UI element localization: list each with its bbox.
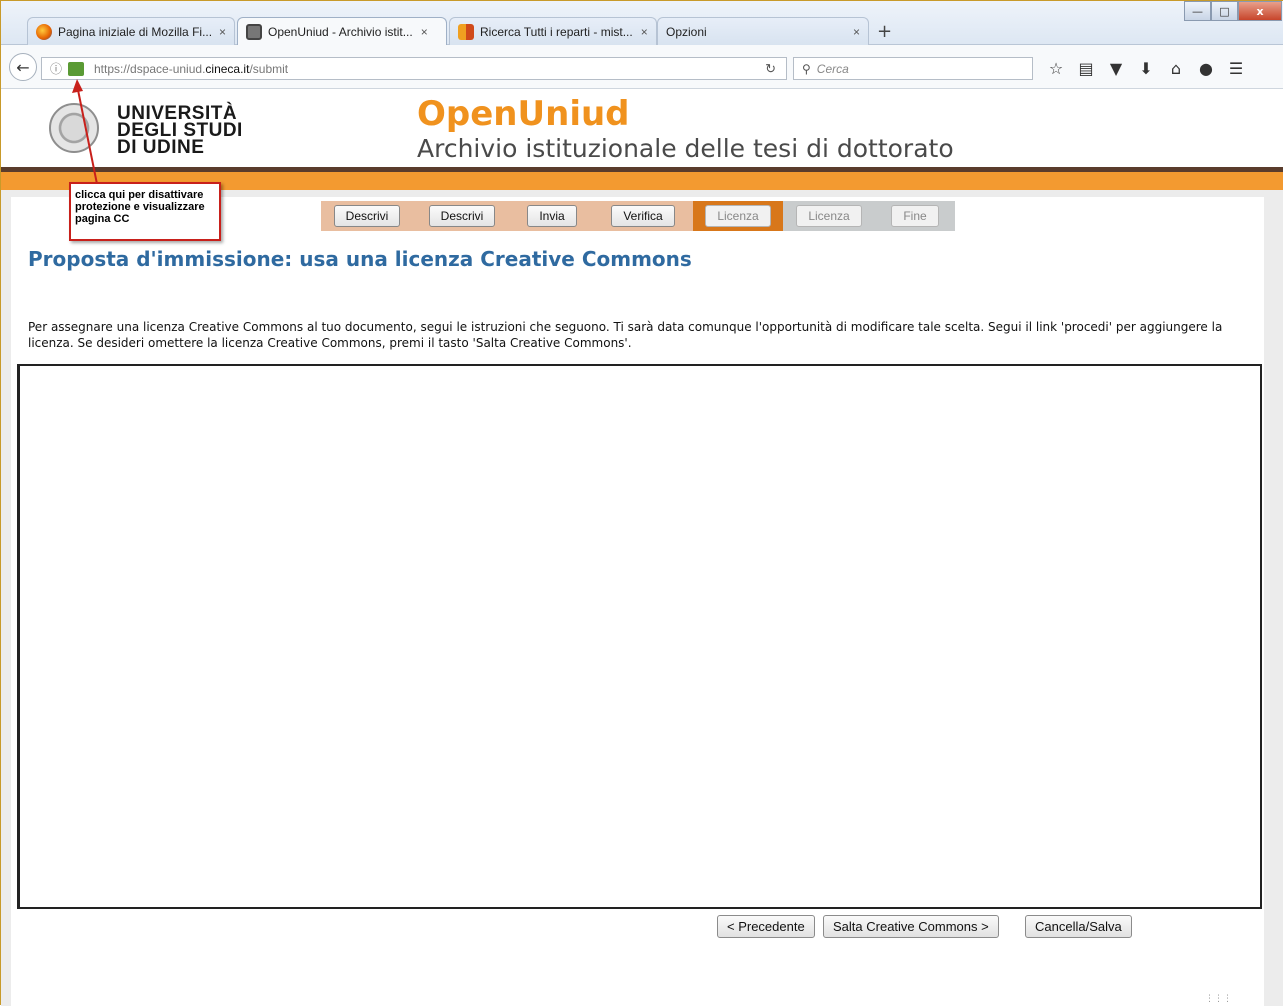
tab-title: OpenUniud - Archivio istit...: [268, 24, 413, 39]
progress-step-license: Licenza: [783, 201, 875, 231]
reading-list-icon[interactable]: ▤: [1071, 57, 1101, 79]
cancel-save-button[interactable]: Cancella/Salva: [1025, 915, 1132, 938]
close-tab-icon[interactable]: ×: [421, 25, 428, 39]
reload-icon[interactable]: ↻: [765, 61, 776, 77]
step-button[interactable]: Descrivi: [428, 205, 496, 227]
url-domain: cineca.it: [205, 61, 250, 76]
close-tab-icon[interactable]: ×: [641, 25, 648, 39]
site-subtitle: Archivio istituzionale delle tesi di dot…: [417, 134, 954, 163]
browser-window: Pagina iniziale di Mozilla Fi... × OpenU…: [0, 0, 1283, 1006]
step-button: Fine: [891, 205, 939, 227]
search-bar[interactable]: ⚲ Cerca: [793, 57, 1033, 80]
tab-title: Opzioni: [666, 24, 707, 39]
page-title: Proposta d'immissione: usa una licenza C…: [28, 247, 692, 271]
progress-step-finish: Fine: [875, 201, 955, 231]
action-buttons: < Precedente: [717, 915, 815, 938]
chat-icon[interactable]: ●: [1191, 57, 1221, 79]
step-button: Licenza: [796, 205, 862, 227]
close-tab-icon[interactable]: ×: [853, 25, 860, 39]
creative-commons-frame[interactable]: [17, 364, 1262, 909]
site-header: UNIVERSITÀ DEGLI STUDI DI UDINE OpenUniu…: [1, 89, 1283, 167]
action-buttons: Salta Creative Commons >: [823, 915, 999, 938]
url-path: /submit: [249, 61, 289, 76]
firefox-icon: [36, 23, 52, 40]
tab-title: Pagina iniziale di Mozilla Fi...: [58, 24, 211, 39]
search-placeholder: Cerca: [816, 61, 849, 76]
previous-button[interactable]: < Precedente: [717, 915, 815, 938]
progress-step-license-current: Licenza: [693, 201, 783, 231]
uniud-seal-icon: [246, 23, 262, 40]
tab-ricerca[interactable]: Ricerca Tutti i reparti - mist... ×: [449, 17, 657, 45]
submission-panel: Descrivi Descrivi Invia Verifica Licenza…: [11, 197, 1264, 1006]
university-name: UNIVERSITÀ DEGLI STUDI DI UDINE: [117, 104, 243, 158]
step-button[interactable]: Descrivi: [333, 205, 401, 227]
close-tab-icon[interactable]: ×: [219, 25, 226, 39]
university-seal-logo: [49, 103, 99, 153]
annotation-callout: clicca qui per disattivare protezione e …: [69, 182, 221, 241]
star-icon[interactable]: ☆: [1041, 57, 1071, 79]
step-button[interactable]: Invia: [527, 205, 577, 227]
info-icon[interactable]: ⓘ: [50, 60, 64, 77]
menu-icon[interactable]: ☰: [1221, 57, 1251, 79]
action-buttons: Cancella/Salva: [1025, 915, 1132, 938]
back-button[interactable]: ←: [9, 53, 37, 81]
tab-opzioni[interactable]: Opzioni ×: [657, 17, 869, 45]
download-icon[interactable]: ⬇: [1131, 57, 1161, 79]
maximize-button[interactable]: □: [1211, 1, 1238, 21]
site-title[interactable]: OpenUniud: [417, 94, 630, 134]
university-name-line: DI UDINE: [117, 137, 205, 158]
address-bar[interactable]: ⓘ https://dspace-uniud.cineca.it/submit …: [41, 57, 787, 80]
search-icon: ⚲: [802, 61, 811, 76]
resize-grip-icon: ⋮⋮⋮: [1205, 994, 1232, 1004]
submission-progress-bar: Descrivi Descrivi Invia Verifica Licenza…: [321, 201, 955, 231]
new-tab-button[interactable]: +: [877, 21, 892, 42]
close-window-button[interactable]: x: [1238, 1, 1282, 21]
url-prefix: https://dspace-uniud.: [94, 61, 206, 76]
store-icon: [458, 23, 474, 40]
home-icon[interactable]: ⌂: [1161, 57, 1191, 79]
step-button[interactable]: Verifica: [611, 205, 675, 227]
tab-strip: Pagina iniziale di Mozilla Fi... × OpenU…: [1, 1, 1283, 45]
tab-title: Ricerca Tutti i reparti - mist...: [480, 24, 633, 39]
toolbar-icons: ☆ ▤ ▼ ⬇ ⌂ ● ☰: [1041, 57, 1251, 79]
back-arrow-icon: ←: [16, 57, 30, 77]
progress-step-describe-2: Descrivi: [413, 201, 511, 231]
progress-step-upload: Invia: [511, 201, 593, 231]
tab-openuniud[interactable]: OpenUniud - Archivio istit... ×: [237, 17, 447, 45]
minimize-button[interactable]: —: [1184, 1, 1211, 21]
step-button: Licenza: [705, 205, 771, 227]
url-text: https://dspace-uniud.cineca.it/submit: [94, 62, 288, 76]
navigation-bar: ← ⓘ https://dspace-uniud.cineca.it/submi…: [1, 45, 1283, 89]
tab-firefox-home[interactable]: Pagina iniziale di Mozilla Fi... ×: [27, 17, 235, 45]
progress-step-verify: Verifica: [593, 201, 693, 231]
pocket-icon[interactable]: ▼: [1101, 57, 1131, 79]
window-controls: — □ x: [1184, 1, 1282, 21]
skip-creative-commons-button[interactable]: Salta Creative Commons >: [823, 915, 999, 938]
progress-step-describe-1: Descrivi: [321, 201, 413, 231]
instructions-text: Per assegnare una licenza Creative Commo…: [28, 320, 1223, 350]
mixed-content-lock-icon[interactable]: [68, 61, 84, 76]
